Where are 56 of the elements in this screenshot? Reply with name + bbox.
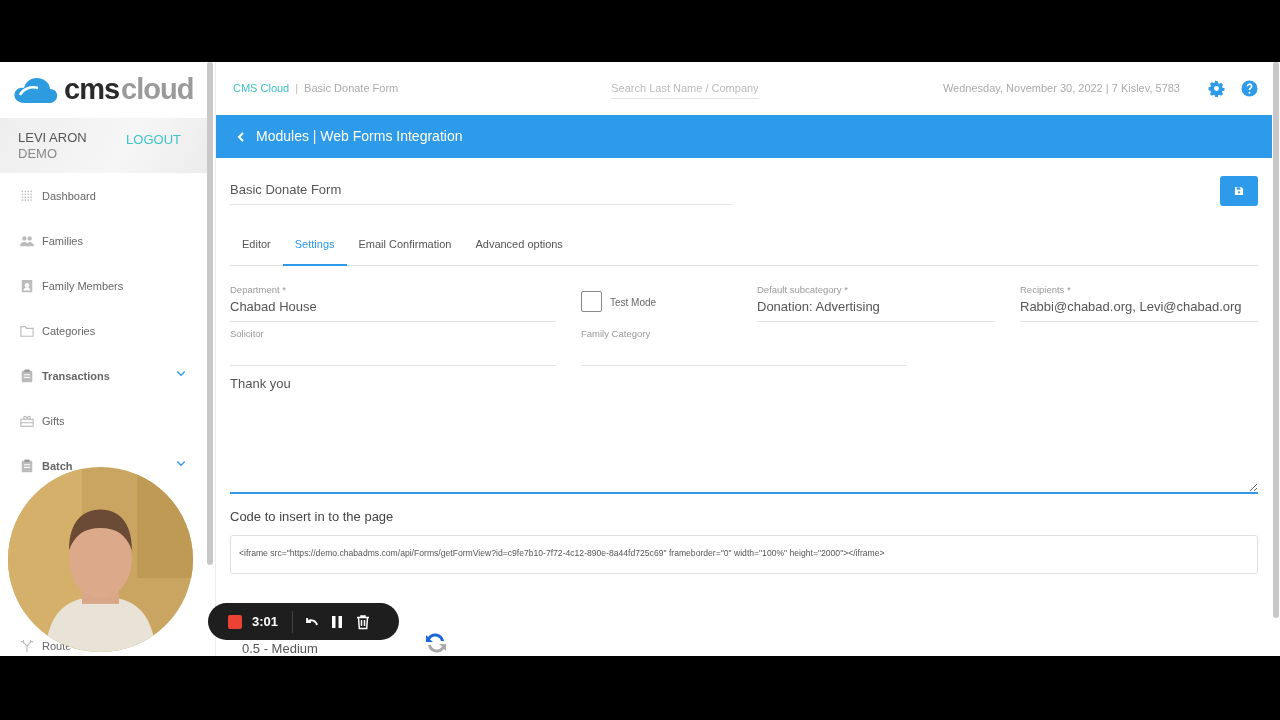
- text-field[interactable]: Default subcategory * Donation: Advertising: [757, 283, 995, 322]
- breadcrumb-separator: |: [295, 81, 299, 97]
- sidebar-item[interactable]: Batch: [20, 458, 73, 473]
- breadcrumb-current: Basic Donate Form: [304, 81, 399, 97]
- date-text: Wednesday, November 30, 2022 | 7 Kislev, 5783: [942, 81, 1180, 97]
- grid-icon: [20, 188, 34, 203]
- scrollbar[interactable]: [1273, 62, 1279, 618]
- field-label: Family Category: [581, 327, 652, 340]
- route-icon: [20, 638, 34, 653]
- clipboard-icon: [20, 458, 34, 473]
- tab[interactable]: Editor: [230, 226, 283, 266]
- checkbox-label: Test Mode: [610, 295, 657, 310]
- field-label: Default subcategory *: [757, 283, 849, 296]
- people-icon: [20, 233, 34, 248]
- recaptcha-icon: [424, 630, 448, 656]
- recording-time: 3:01: [252, 612, 279, 631]
- field-value: Chabad House: [230, 298, 318, 315]
- organization-name: DEMO: [18, 146, 58, 162]
- field-label: Recipients *: [1020, 283, 1072, 296]
- sidebar-item[interactable]: Gifts: [20, 413, 65, 428]
- tab[interactable]: Email Confirmation: [346, 226, 464, 266]
- sidebar-item[interactable]: Family Members: [20, 278, 124, 293]
- module-title: Modules | Web Forms Integration: [256, 127, 463, 146]
- help-icon[interactable]: [1241, 80, 1258, 97]
- text-field[interactable]: Recipients * Rabbi@chabad.org, Levi@chabad.org: [1020, 283, 1258, 322]
- code-field[interactable]: <iframe src="https://demo.chabadms.com/api/Forms/getFormView?id=c9fe7b10-7f72-4c12-890e-8a44fd725c69" frameborder="0" width="100%" height="2000"></iframe>: [230, 535, 1258, 574]
- text-field[interactable]: Department * Chabad House: [230, 283, 556, 322]
- sidebar-item[interactable]: Categories: [20, 323, 96, 338]
- settings-icon[interactable]: [1208, 80, 1225, 97]
- delete-button[interactable]: [355, 613, 372, 630]
- field-value: Rabbi@chabad.org, Levi@chabad.org: [1020, 298, 1243, 315]
- back-chevron-icon[interactable]: [236, 131, 246, 142]
- sidebar-item[interactable]: Transactions: [20, 368, 110, 383]
- form-name-field[interactable]: Basic Donate Form: [230, 176, 732, 205]
- save-button[interactable]: [1220, 176, 1258, 206]
- gift-icon: [20, 413, 34, 428]
- logo-text: cloud: [121, 72, 194, 108]
- section-title: Code to insert in to the page: [230, 507, 395, 526]
- save-icon: [1234, 186, 1244, 196]
- tab[interactable]: Settings: [282, 226, 347, 266]
- folder-icon: [20, 323, 34, 338]
- clipboard-icon: [20, 368, 34, 383]
- tab[interactable]: Advanced options: [463, 226, 575, 266]
- contact-card-icon: [20, 278, 34, 293]
- user-name: LEVI ARON: [18, 130, 87, 146]
- scrollbar[interactable]: [207, 62, 213, 565]
- threshold-value: 0.5 - Medium: [242, 642, 318, 655]
- sidebar-item[interactable]: Dashboard: [20, 188, 96, 203]
- sidebar-item[interactable]: Families: [20, 233, 83, 248]
- field-label: Solicitor: [230, 327, 265, 340]
- trash-icon: [355, 613, 372, 630]
- checkbox[interactable]: [581, 290, 602, 312]
- logo-text: cms: [64, 72, 120, 108]
- field-label: Department *: [230, 283, 287, 296]
- field-value: Donation: Advertising: [757, 298, 881, 315]
- stop-button[interactable]: [228, 614, 242, 629]
